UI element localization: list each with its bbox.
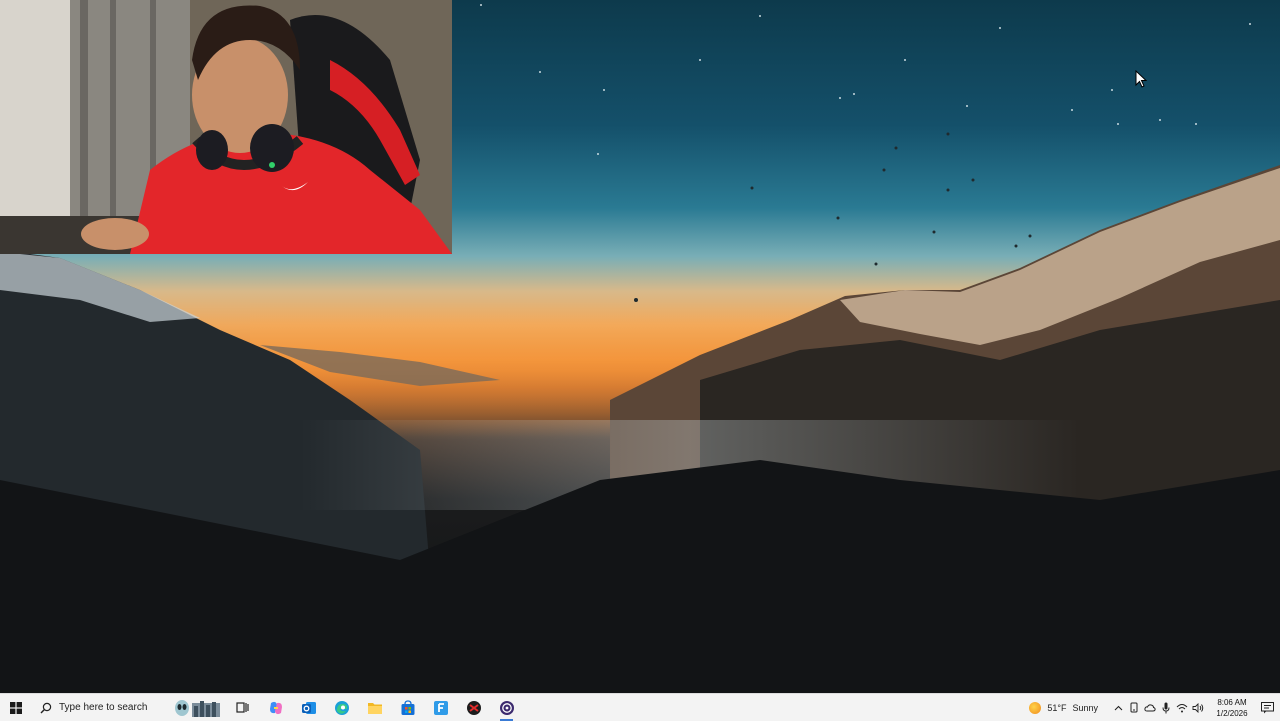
tray-device-button[interactable] (1126, 694, 1142, 721)
taskbar-app-game[interactable] (457, 694, 490, 721)
taskbar-app-obs[interactable] (490, 694, 523, 721)
weather-widget[interactable]: 51°F Sunny (1029, 701, 1098, 714)
cloud-icon (1144, 703, 1156, 711)
task-view-icon (236, 702, 249, 713)
chevron-up-icon (1114, 705, 1122, 710)
search-icon (40, 702, 52, 713)
start-button[interactable] (0, 694, 32, 721)
windows-logo-icon (10, 701, 22, 714)
system-tray: 51°F Sunny 8:06 AM 1/2/2026 (1029, 694, 1280, 721)
outlook-icon (301, 701, 316, 714)
tray-cloud-button[interactable] (1142, 694, 1158, 721)
search-highlight-button[interactable] (168, 694, 226, 721)
obs-icon (499, 700, 514, 715)
clock[interactable]: 8:06 AM 1/2/2026 (1210, 697, 1254, 719)
weather-temp: 51°F (1047, 702, 1067, 713)
store-icon (401, 699, 414, 715)
taskbar-search-box[interactable]: Type here to search (32, 694, 168, 721)
webcam-overlay (0, 0, 452, 254)
taskbar: Type here to search 51°F Sunny 8:06 AM 1… (0, 693, 1280, 721)
device-icon (1130, 702, 1138, 713)
tray-network-button[interactable] (1174, 694, 1190, 721)
show-hidden-icons-button[interactable] (1110, 694, 1126, 721)
f-app-icon (433, 700, 448, 715)
taskbar-app-f[interactable] (424, 694, 457, 721)
notification-icon (1260, 701, 1274, 713)
copilot-icon (269, 701, 282, 714)
wifi-icon (1176, 703, 1188, 712)
edge-icon (334, 700, 349, 715)
speaker-icon (1192, 702, 1204, 713)
tray-microphone-button[interactable] (1158, 694, 1174, 721)
game-icon (466, 700, 481, 715)
task-view-button[interactable] (226, 694, 259, 721)
taskbar-app-outlook[interactable] (292, 694, 325, 721)
folder-icon (367, 702, 382, 714)
taskbar-app-microsoft-store[interactable] (391, 694, 424, 721)
weather-condition: Sunny (1072, 702, 1098, 713)
tray-volume-button[interactable] (1190, 694, 1206, 721)
clock-date: 1/2/2026 (1216, 708, 1248, 718)
search-highlight-image-icon (175, 699, 220, 717)
taskbar-app-copilot[interactable] (259, 694, 292, 721)
mouse-cursor-icon (1135, 70, 1147, 88)
microphone-icon (1162, 702, 1170, 713)
clock-time: 8:06 AM (1217, 697, 1247, 707)
sunny-weather-icon (1029, 701, 1042, 714)
search-placeholder: Type here to search (59, 702, 148, 713)
taskbar-app-file-explorer[interactable] (358, 694, 391, 721)
notification-center-button[interactable] (1254, 694, 1280, 721)
taskbar-app-edge[interactable] (325, 694, 358, 721)
webcam-feed-image (0, 0, 452, 254)
